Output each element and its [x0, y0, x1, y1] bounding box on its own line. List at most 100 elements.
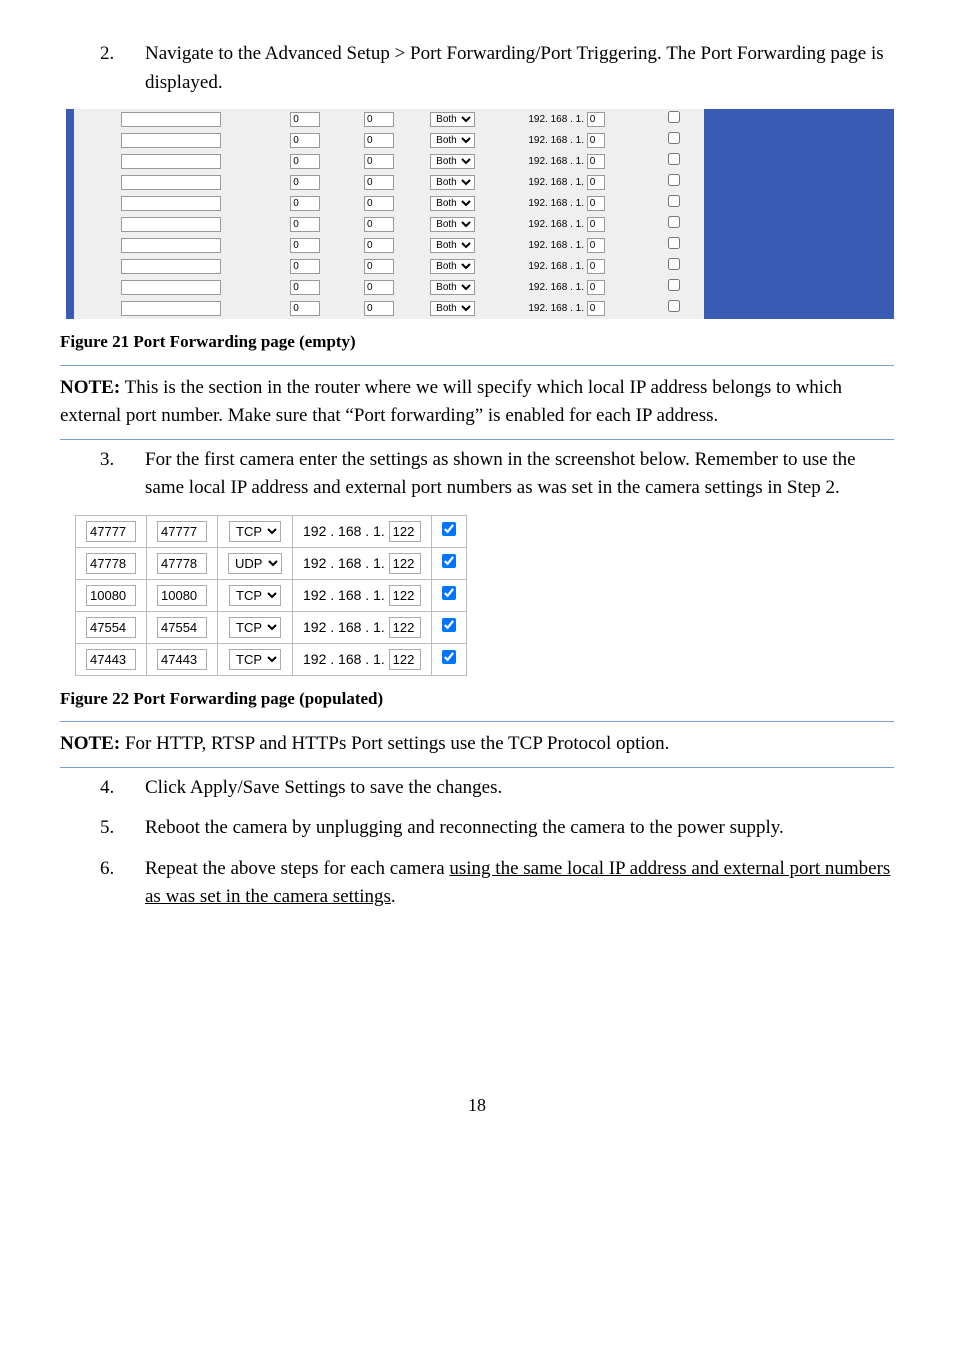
port-end-input[interactable]: [364, 217, 394, 232]
port-end-input[interactable]: [364, 133, 394, 148]
protocol-select[interactable]: TCP: [229, 521, 281, 542]
enable-checkbox[interactable]: [442, 554, 456, 568]
protocol-select[interactable]: Both: [430, 280, 475, 295]
port-forwarding-empty-table: Both192. 168 . 1. Both192. 168 . 1. Both…: [74, 109, 704, 319]
ip-octet-4-input[interactable]: [389, 521, 421, 542]
ip-address-cell: 192 . 168 . 1.: [293, 547, 432, 579]
ip-octet-4-input[interactable]: [587, 112, 605, 127]
ip-octet-4-input[interactable]: [389, 553, 421, 574]
enable-checkbox[interactable]: [668, 279, 680, 291]
protocol-select[interactable]: TCP: [229, 617, 281, 638]
ip-octet-4-input[interactable]: [389, 649, 421, 670]
protocol-select[interactable]: TCP: [229, 585, 281, 606]
port-end-input[interactable]: [157, 617, 207, 638]
service-name-input[interactable]: [121, 133, 221, 148]
ip-octet-3: 1: [576, 135, 582, 146]
service-name-input[interactable]: [121, 301, 221, 316]
port-start-input[interactable]: [290, 175, 320, 190]
enable-checkbox[interactable]: [442, 522, 456, 536]
service-name-input[interactable]: [121, 280, 221, 295]
service-name-input[interactable]: [121, 259, 221, 274]
ip-octet-4-input[interactable]: [587, 259, 605, 274]
enable-checkbox[interactable]: [668, 237, 680, 249]
port-start-input[interactable]: [290, 133, 320, 148]
enable-checkbox[interactable]: [442, 650, 456, 664]
protocol-select[interactable]: Both: [430, 112, 475, 127]
port-end-input[interactable]: [364, 259, 394, 274]
protocol-select[interactable]: UDP: [228, 553, 282, 574]
ip-octet-4-input[interactable]: [389, 585, 421, 606]
ip-octet-1: 192: [528, 198, 545, 209]
port-start-input[interactable]: [290, 196, 320, 211]
service-name-input[interactable]: [121, 217, 221, 232]
port-end-input[interactable]: [364, 175, 394, 190]
enable-checkbox[interactable]: [668, 153, 680, 165]
protocol-select[interactable]: Both: [430, 133, 475, 148]
ip-octet-2: 168: [338, 651, 361, 667]
protocol-select[interactable]: Both: [430, 259, 475, 274]
port-end-input[interactable]: [364, 238, 394, 253]
ip-octet-1: 192: [528, 261, 545, 272]
port-end-input[interactable]: [364, 280, 394, 295]
ip-address-cell: 192 . 168 . 1.: [293, 643, 432, 675]
port-end-input[interactable]: [364, 112, 394, 127]
table-row: TCP192 . 168 . 1.: [76, 579, 467, 611]
ip-octet-4-input[interactable]: [587, 133, 605, 148]
ip-octet-4-input[interactable]: [587, 280, 605, 295]
port-end-input[interactable]: [157, 553, 207, 574]
ip-octet-4-input[interactable]: [389, 617, 421, 638]
ip-address-cell: 192. 168 . 1.: [490, 151, 644, 172]
table-row: Both192. 168 . 1.: [74, 235, 704, 256]
service-name-input[interactable]: [121, 175, 221, 190]
enable-checkbox[interactable]: [668, 132, 680, 144]
ip-octet-4-input[interactable]: [587, 196, 605, 211]
protocol-select[interactable]: Both: [430, 196, 475, 211]
port-start-input[interactable]: [290, 154, 320, 169]
ip-octet-4-input[interactable]: [587, 301, 605, 316]
service-name-input[interactable]: [121, 196, 221, 211]
port-start-input[interactable]: [86, 585, 136, 606]
protocol-select[interactable]: Both: [430, 154, 475, 169]
ip-octet-4-input[interactable]: [587, 175, 605, 190]
port-end-input[interactable]: [364, 301, 394, 316]
port-start-input[interactable]: [290, 112, 320, 127]
port-start-input[interactable]: [290, 280, 320, 295]
protocol-select[interactable]: Both: [430, 175, 475, 190]
enable-checkbox[interactable]: [668, 195, 680, 207]
ip-address-cell: 192. 168 . 1.: [490, 193, 644, 214]
port-start-input[interactable]: [86, 521, 136, 542]
port-start-input[interactable]: [86, 617, 136, 638]
port-start-input[interactable]: [290, 238, 320, 253]
ip-octet-4-input[interactable]: [587, 238, 605, 253]
enable-checkbox[interactable]: [668, 174, 680, 186]
port-start-input[interactable]: [290, 217, 320, 232]
ip-octet-4-input[interactable]: [587, 217, 605, 232]
enable-checkbox[interactable]: [442, 618, 456, 632]
port-end-input[interactable]: [364, 154, 394, 169]
enable-checkbox[interactable]: [668, 216, 680, 228]
port-end-input[interactable]: [157, 585, 207, 606]
ip-octet-4-input[interactable]: [587, 154, 605, 169]
enable-checkbox[interactable]: [442, 586, 456, 600]
service-name-input[interactable]: [121, 112, 221, 127]
port-start-input[interactable]: [86, 553, 136, 574]
table-row: Both192. 168 . 1.: [74, 214, 704, 235]
port-forwarding-populated-table: TCP192 . 168 . 1. UDP192 . 168 . 1. TCP1…: [75, 515, 467, 676]
port-end-input[interactable]: [157, 521, 207, 542]
protocol-select[interactable]: Both: [430, 217, 475, 232]
step-3-number: 3.: [60, 446, 145, 503]
protocol-select[interactable]: Both: [430, 301, 475, 316]
enable-checkbox[interactable]: [668, 111, 680, 123]
enable-checkbox[interactable]: [668, 258, 680, 270]
protocol-select[interactable]: Both: [430, 238, 475, 253]
enable-checkbox[interactable]: [668, 300, 680, 312]
ip-octet-3: 1: [576, 219, 582, 230]
port-start-input[interactable]: [290, 259, 320, 274]
protocol-select[interactable]: TCP: [229, 649, 281, 670]
port-end-input[interactable]: [364, 196, 394, 211]
port-start-input[interactable]: [290, 301, 320, 316]
port-start-input[interactable]: [86, 649, 136, 670]
port-end-input[interactable]: [157, 649, 207, 670]
service-name-input[interactable]: [121, 154, 221, 169]
service-name-input[interactable]: [121, 238, 221, 253]
